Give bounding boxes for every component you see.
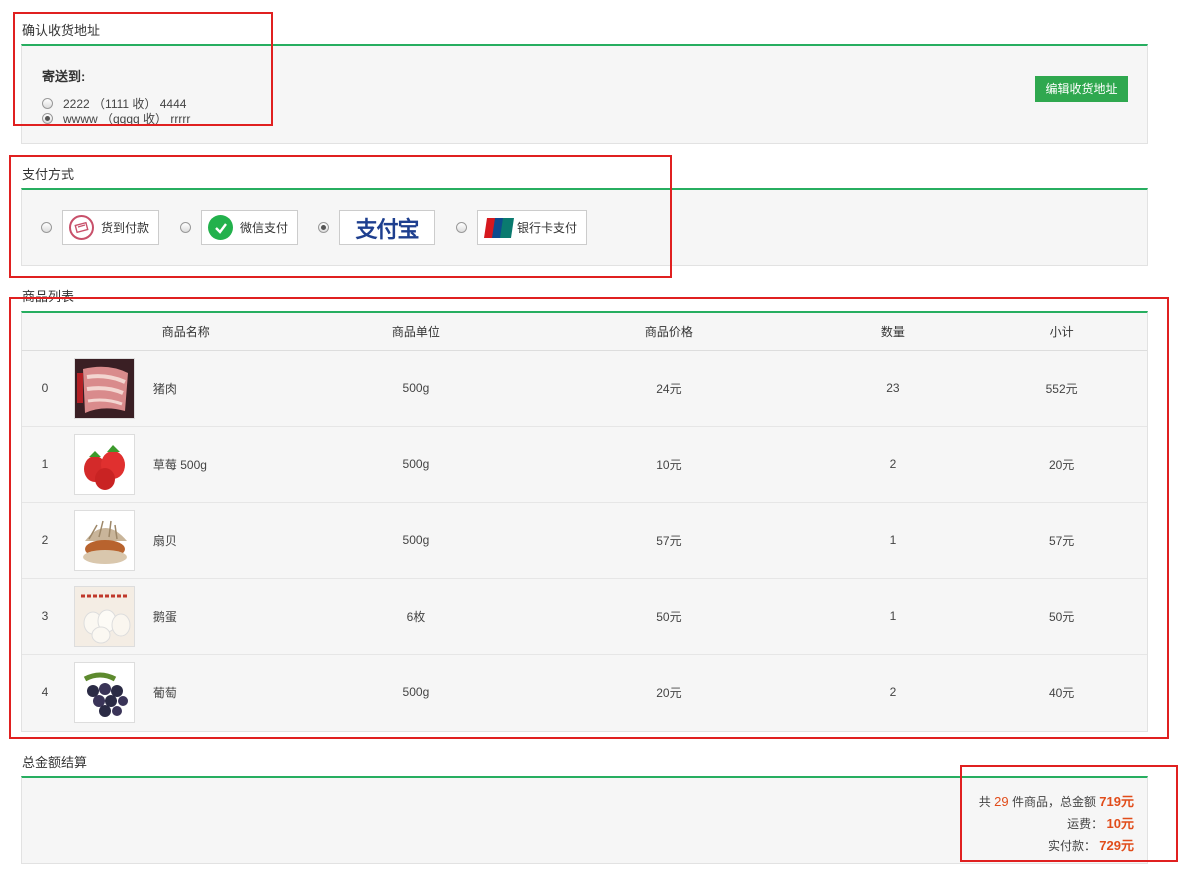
alipay-logo: 支付宝	[355, 216, 419, 243]
address-radio-0[interactable]	[42, 98, 53, 109]
totals-panel: 共 29 件商品，总金额 719元 运费： 10元 实付款： 729元	[21, 776, 1148, 864]
total-amount: 719元	[1099, 794, 1134, 809]
payment-radio-wechat[interactable]	[180, 222, 191, 233]
table-row: 3 鹅蛋 6枚 50元 1 50元	[22, 578, 1147, 655]
row-product-name: 猪肉	[152, 381, 177, 396]
products-table: 商品名称 商品单位 商品价格 数量 小计 0 猪肉 500g 24元 23 55…	[22, 313, 1147, 730]
grape-image	[73, 661, 135, 723]
table-header-price: 商品价格	[528, 313, 810, 351]
row-index: 4	[41, 685, 49, 700]
totals-count-line: 共 29 件商品，总金额 719元	[979, 791, 1134, 813]
row-name-cell: 鹅蛋	[67, 578, 304, 655]
payment-box-cod[interactable]: 货到付款	[62, 210, 159, 245]
payment-label-wechat: 微信支付	[240, 221, 289, 235]
table-row: 2 扇贝 500g 57元 1 57元	[22, 502, 1147, 579]
shipping-line: 运费： 10元	[979, 813, 1134, 835]
row-qty: 2	[809, 426, 977, 503]
row-price: 10元	[528, 426, 810, 503]
shipping-amount: 10元	[1106, 816, 1134, 831]
totals-section-title: 总金额结算	[22, 755, 88, 770]
table-row: 1 草莓 500g 500g 10元 2 20元	[22, 426, 1147, 503]
payment-label-unionpay: 银行卡支付	[517, 221, 578, 235]
row-name-cell: 草莓 500g	[67, 426, 304, 503]
row-qty: 1	[809, 578, 977, 655]
payment-box-alipay[interactable]: 支付宝	[339, 210, 435, 245]
row-index: 3	[22, 578, 68, 655]
strawberry-image	[73, 433, 135, 495]
row-index: 0	[22, 350, 68, 427]
scallop-image	[73, 509, 135, 571]
address-option-text: wwww （qqqq 收） rrrrr	[63, 112, 191, 126]
table-header-qty: 数量	[809, 313, 977, 351]
payment-label-cod: 货到付款	[101, 221, 150, 235]
row-product-name: 葡萄	[152, 685, 177, 700]
pork-image	[73, 357, 135, 419]
row-subtotal: 40元	[1048, 685, 1075, 700]
row-name-cell: 猪肉	[67, 350, 304, 427]
row-name-cell: 葡萄	[68, 654, 304, 730]
unionpay-icon	[484, 217, 514, 238]
table-row: 0 猪肉 500g 24元 23 552元	[22, 350, 1147, 427]
table-header-row: 商品名称 商品单位 商品价格 数量 小计	[22, 313, 1147, 351]
payment-option-wechat[interactable]: 微信支付	[180, 210, 298, 245]
table-header-unit: 商品单位	[303, 313, 529, 351]
row-price: 20元	[656, 685, 682, 700]
row-unit: 6枚	[303, 578, 529, 655]
payment-radio-cod[interactable]	[41, 222, 52, 233]
cash-on-delivery-icon	[69, 215, 94, 240]
payment-section-title: 支付方式	[22, 167, 75, 182]
row-price: 57元	[528, 502, 810, 579]
payment-radio-unionpay[interactable]	[456, 222, 467, 233]
row-name-cell: 扇贝	[67, 502, 304, 579]
address-section-title: 确认收货地址	[22, 23, 101, 38]
address-panel: 寄送到: 2222 （1111 收） 4444 wwww （qqqq 收） rr…	[21, 44, 1148, 144]
wechat-pay-icon	[208, 215, 233, 240]
goose-egg-image	[73, 585, 135, 647]
row-price: 50元	[528, 578, 810, 655]
table-header-name: 商品名称	[67, 313, 304, 351]
row-product-name: 扇贝	[152, 533, 177, 548]
products-panel: 商品名称 商品单位 商品价格 数量 小计 0 猪肉 500g 24元 23 55…	[21, 311, 1148, 732]
count-suffix: 件商品，总金额	[1011, 795, 1096, 809]
row-unit: 500g	[303, 426, 529, 503]
row-price: 24元	[528, 350, 810, 427]
paid-line: 实付款： 729元	[979, 835, 1134, 857]
paid-amount: 729元	[1099, 838, 1134, 853]
payment-option-alipay[interactable]: 支付宝	[318, 210, 435, 245]
address-radio-1[interactable]	[42, 113, 53, 124]
row-subtotal: 50元	[976, 578, 1147, 655]
row-qty: 23	[809, 350, 977, 427]
row-index: 1	[22, 426, 68, 503]
table-header-subtotal: 小计	[976, 313, 1147, 351]
item-count: 29	[994, 794, 1009, 809]
table-row: 4 葡萄 500g 20元 2 40元	[22, 654, 1147, 730]
row-qty: 1	[809, 502, 977, 579]
row-index: 2	[22, 502, 68, 579]
shipping-label: 运费：	[1067, 817, 1104, 831]
row-subtotal: 20元	[976, 426, 1147, 503]
row-subtotal: 552元	[976, 350, 1147, 427]
row-subtotal: 57元	[976, 502, 1147, 579]
edit-address-button[interactable]: 编辑收货地址	[1035, 76, 1128, 102]
row-product-name: 鹅蛋	[152, 609, 177, 624]
paid-label: 实付款：	[1047, 839, 1096, 853]
row-unit: 500g	[303, 350, 529, 427]
payment-option-unionpay[interactable]: 银行卡支付	[456, 210, 587, 245]
payment-radio-alipay[interactable]	[318, 222, 329, 233]
row-unit: 500g	[303, 502, 529, 579]
count-prefix: 共	[978, 795, 991, 809]
table-header-index	[22, 313, 68, 351]
row-product-name: 草莓 500g	[152, 457, 207, 472]
row-qty: 2	[889, 685, 897, 700]
send-to-label: 寄送到:	[42, 69, 86, 84]
payment-box-wechat[interactable]: 微信支付	[201, 210, 298, 245]
address-option-1[interactable]: wwww （qqqq 收） rrrrr	[42, 110, 190, 127]
row-unit: 500g	[402, 685, 430, 700]
products-section-title: 商品列表	[22, 289, 75, 304]
payment-panel: 货到付款 微信支付 支付宝 银行卡支付	[21, 188, 1148, 266]
payment-box-unionpay[interactable]: 银行卡支付	[477, 210, 587, 245]
payment-option-cod[interactable]: 货到付款	[41, 210, 159, 245]
totals-summary: 共 29 件商品，总金额 719元 运费： 10元 实付款： 729元	[979, 791, 1134, 857]
